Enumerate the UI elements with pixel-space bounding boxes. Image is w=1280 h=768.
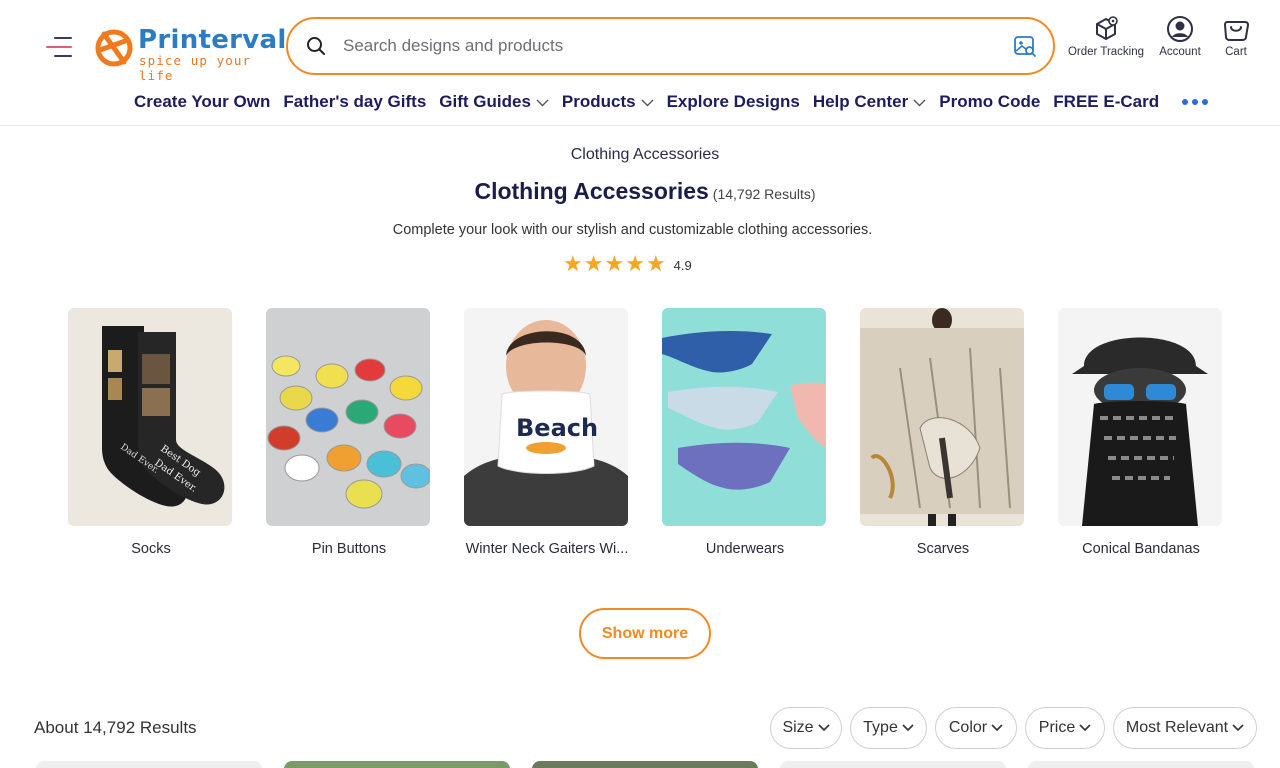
- nav-item-promo-code[interactable]: Promo Code: [939, 92, 1040, 112]
- rating-score: 4.9: [673, 257, 692, 273]
- results-count: (14,792 Results): [712, 186, 816, 202]
- star-icon: ★: [583, 251, 604, 276]
- cart-label: Cart: [1225, 46, 1247, 58]
- svg-text:Beach: Beach: [516, 414, 598, 442]
- search-icon[interactable]: [306, 36, 326, 56]
- nav-item-gift-guides[interactable]: Gift Guides: [439, 92, 549, 112]
- rating-stars: ★ ★ ★ ★ ★: [563, 253, 666, 275]
- product-card[interactable]: [780, 761, 1006, 768]
- category-card-label: Pin Buttons: [311, 541, 387, 557]
- nav-item-products[interactable]: Products: [562, 92, 654, 112]
- menu-icon[interactable]: [42, 33, 76, 63]
- category-card-winter-neck-gaiters[interactable]: Beach Winter Neck Gaiters Wi...: [464, 308, 630, 557]
- filter-label: Price: [1038, 719, 1076, 736]
- category-card-label: Scarves: [916, 541, 970, 557]
- site-logo[interactable]: Printerval spice up your life: [94, 24, 286, 83]
- nav-item-label: Explore Designs: [666, 92, 800, 111]
- cart-icon: [1223, 21, 1250, 41]
- nav-item-label: Promo Code: [939, 92, 1041, 111]
- package-icon: [1096, 16, 1118, 40]
- category-card-scarves[interactable]: Scarves: [860, 308, 1026, 557]
- nav-item-fathers-day-gifts[interactable]: Father's day Gifts: [283, 92, 426, 112]
- pin-buttons-image: [266, 308, 430, 526]
- sort-label: Most Relevant: [1125, 719, 1229, 736]
- rating: ★ ★ ★ ★ ★ 4.9: [563, 253, 692, 275]
- cart-button[interactable]: Cart: [1218, 15, 1254, 58]
- sort-dropdown[interactable]: Most Relevant: [1113, 707, 1257, 749]
- filter-size[interactable]: Size: [770, 707, 842, 749]
- breadcrumb[interactable]: Clothing Accessories: [0, 146, 1280, 164]
- user-icon: [1167, 16, 1193, 42]
- order-tracking-label: Order Tracking: [1067, 46, 1145, 58]
- nav-item-free-e-card[interactable]: FREE E-Card: [1053, 92, 1159, 112]
- nav-item-label: Gift Guides: [439, 92, 531, 111]
- chevron-down-icon: [1079, 724, 1091, 732]
- brand-name: Printerval: [138, 25, 287, 55]
- filter-label: Color: [948, 719, 988, 736]
- category-description: Complete your look with our stylish and …: [392, 222, 873, 238]
- nav-item-explore-designs[interactable]: Explore Designs: [667, 92, 800, 112]
- neck-gaiter-image: Beach: [464, 308, 628, 526]
- product-card[interactable]: [532, 761, 758, 768]
- more-menu-icon[interactable]: [1178, 95, 1212, 109]
- category-card-label: Conical Bandanas: [1082, 541, 1200, 557]
- category-card-underwears[interactable]: Underwears: [662, 308, 828, 557]
- chevron-down-icon: [817, 724, 830, 732]
- search-bar: [286, 17, 1055, 75]
- show-more-button[interactable]: Show more: [579, 608, 711, 659]
- nav-item-label: Create Your Own: [134, 92, 271, 111]
- logo-mark-icon: [95, 29, 133, 67]
- star-icon: ★: [604, 251, 625, 276]
- image-search-icon[interactable]: [1013, 34, 1037, 58]
- category-card-label: Underwears: [705, 541, 785, 557]
- filter-color[interactable]: Color: [935, 707, 1017, 749]
- nav-item-help-center[interactable]: Help Center: [813, 92, 926, 112]
- scarf-image: [860, 308, 1024, 526]
- nav-item-label: Father's day Gifts: [283, 92, 427, 111]
- nav-item-label: Help Center: [812, 92, 909, 111]
- chevron-down-icon: [536, 99, 549, 107]
- star-icon: ★: [625, 251, 645, 276]
- chevron-down-icon: [902, 724, 914, 732]
- nav-item-label: Products: [561, 92, 636, 111]
- main-nav: Create Your Own Father's day Gifts Gift …: [134, 90, 1212, 114]
- star-icon: ★: [645, 251, 666, 276]
- account-label: Account: [1159, 46, 1201, 58]
- account-button[interactable]: Account: [1154, 15, 1206, 58]
- search-input[interactable]: [343, 31, 983, 61]
- nav-item-create-your-own[interactable]: Create Your Own: [134, 92, 270, 112]
- category-card-pin-buttons[interactable]: Pin Buttons: [266, 308, 432, 557]
- filter-type[interactable]: Type: [850, 707, 927, 749]
- order-tracking-button[interactable]: Order Tracking: [1066, 15, 1146, 58]
- socks-image: Best Dog Dad Ever. Dad Ever.: [68, 308, 232, 526]
- chevron-down-icon: [641, 99, 654, 107]
- chevron-down-icon: [913, 99, 926, 107]
- product-card[interactable]: [1028, 761, 1254, 768]
- page-title-row: Clothing Accessories (14,792 Results): [0, 178, 1280, 205]
- category-card-label: Socks: [131, 541, 171, 557]
- product-card[interactable]: [36, 761, 262, 768]
- results-label: About 14,792 Results: [34, 718, 197, 737]
- filter-label: Type: [863, 719, 898, 736]
- bandana-image: [1058, 308, 1222, 526]
- chevron-down-icon: [1232, 724, 1244, 732]
- category-card-socks[interactable]: Best Dog Dad Ever. Dad Ever. Socks: [68, 308, 234, 557]
- category-card-label: Winter Neck Gaiters Wi...: [465, 541, 629, 557]
- product-card[interactable]: [284, 761, 510, 768]
- site-header: Printerval spice up your life Order Trac…: [0, 0, 1280, 126]
- category-card-conical-bandanas[interactable]: Conical Bandanas: [1058, 308, 1224, 557]
- filter-label: Size: [782, 719, 814, 736]
- star-icon: ★: [563, 251, 583, 276]
- chevron-down-icon: [991, 724, 1003, 732]
- page-title: Clothing Accessories: [474, 178, 709, 204]
- nav-item-label: FREE E-Card: [1053, 92, 1160, 111]
- brand-tagline: spice up your life: [139, 53, 252, 83]
- underwear-image: [662, 308, 826, 526]
- filter-price[interactable]: Price: [1025, 707, 1105, 749]
